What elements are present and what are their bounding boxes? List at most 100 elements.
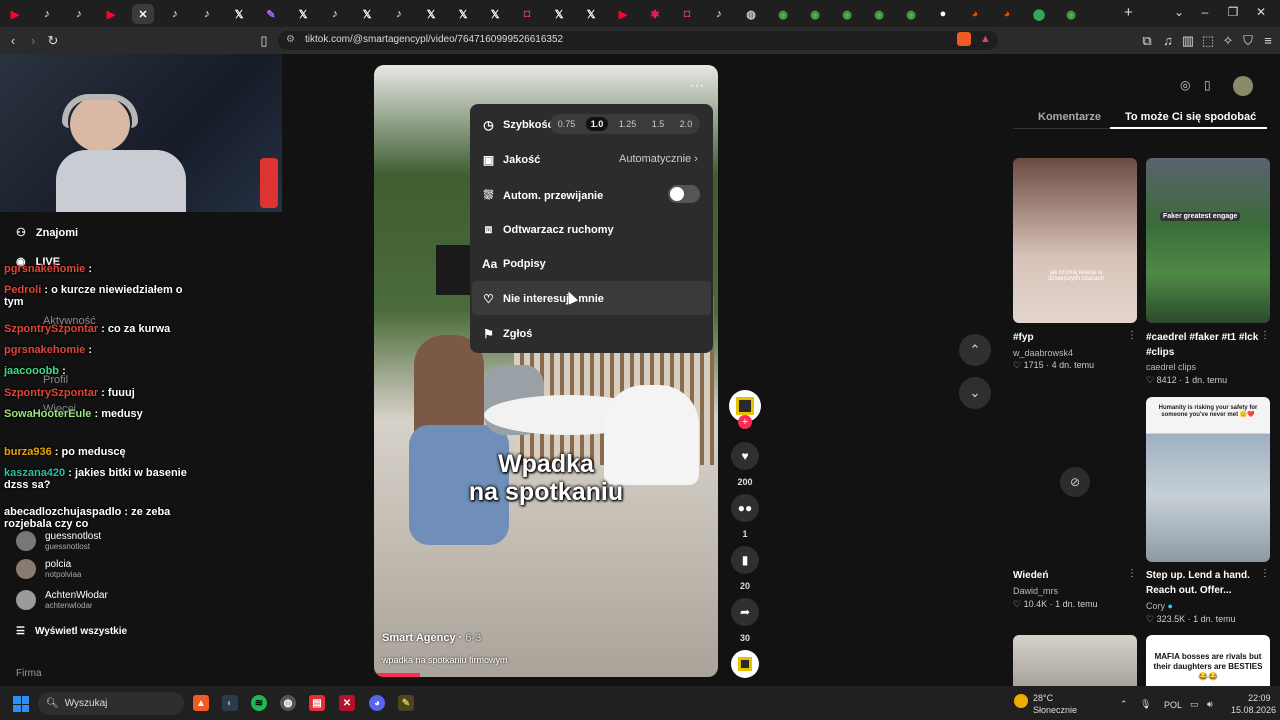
obs-icon[interactable]: ◍	[280, 695, 296, 711]
related-card-thumbnail[interactable]: MAFIA bosses are rivals but their daught…	[1146, 635, 1270, 686]
autoscroll-toggle[interactable]	[668, 185, 700, 203]
menu-not-interested[interactable]: ♡ Nie interesuje mnie	[482, 292, 604, 306]
speed-option[interactable]: 0.75	[553, 117, 581, 131]
browser-tab[interactable]: ▶	[100, 4, 122, 24]
quality-value[interactable]: Automatycznie ›	[619, 153, 698, 165]
browser-tab[interactable]: 𝕏	[580, 4, 602, 24]
chat-username[interactable]: SzpontrySzpontar	[4, 323, 98, 335]
speed-selector[interactable]: 0.75 1.0 1.25 1.5 2.0	[550, 114, 700, 134]
browser-tab[interactable]: 𝕏	[452, 4, 474, 24]
chat-username[interactable]: kaszana420	[4, 467, 65, 479]
browser-tab[interactable]: 𝕏	[292, 4, 314, 24]
chat-username[interactable]: SowaHooterEule	[4, 408, 91, 420]
tab-list-chevron-icon[interactable]: ⌄	[1170, 5, 1188, 19]
window-close-icon[interactable]: ✕	[1252, 5, 1270, 19]
browser-tab[interactable]: ♪	[196, 4, 218, 24]
browser-tab[interactable]: ◕	[996, 4, 1018, 24]
show-all-following[interactable]: ☰ Wyświetl wszystkie	[16, 626, 127, 637]
related-card-thumbnail[interactable]	[1013, 635, 1137, 686]
address-bar[interactable]: ⚙ tiktok.com/@smartagencypl/video/764716…	[278, 31, 998, 50]
browser-tab[interactable]: ◘	[676, 4, 698, 24]
speed-option[interactable]: 1.0	[585, 117, 609, 131]
sidebar-toggle-icon[interactable]: ▥	[1180, 33, 1196, 49]
browser-tab[interactable]: ●	[932, 4, 954, 24]
browser-tab[interactable]: ◉	[772, 4, 794, 24]
user-avatar[interactable]	[1233, 76, 1253, 96]
wallet-icon[interactable]: ⬚	[1200, 33, 1216, 49]
card-title[interactable]: #caedrel #faker #t1 #lck #clips	[1146, 330, 1264, 360]
chat-username[interactable]: pgrsnakehomie	[4, 344, 85, 356]
browser-tab[interactable]: ◘	[516, 4, 538, 24]
back-icon[interactable]: ‹	[5, 33, 21, 48]
brave-app-icon[interactable]: ▲	[193, 695, 209, 711]
vpn-icon[interactable]: ⛉	[1240, 33, 1256, 49]
video-author[interactable]: Smart Agency · 6-3	[382, 632, 481, 644]
browser-tab[interactable]: ◉	[900, 4, 922, 24]
app-icon[interactable]: ▤	[309, 695, 325, 711]
chat-username[interactable]: SzpontrySzpontar	[4, 387, 98, 399]
card-title[interactable]: Step up. Lend a hand. Reach out. Offer..…	[1146, 568, 1264, 598]
reload-icon[interactable]: ↻	[45, 33, 61, 49]
tab-comments[interactable]: Komentarze	[1038, 111, 1101, 123]
following-user[interactable]: AchtenWłodar achtenwlodar	[16, 590, 108, 610]
browser-tab[interactable]: ◉	[1060, 4, 1082, 24]
windows-start-icon[interactable]	[13, 696, 29, 712]
speed-option[interactable]: 1.5	[647, 117, 670, 131]
chat-username[interactable]: Pedroli	[4, 284, 41, 296]
browser-tab[interactable]: ◉	[804, 4, 826, 24]
menu-report[interactable]: ⚑ Zgłoś	[482, 327, 532, 341]
weather-sun-icon[interactable]	[1014, 694, 1028, 708]
site-info-icon[interactable]: ⚙	[286, 34, 295, 45]
weather-desc[interactable]: Słonecznie	[1033, 705, 1077, 715]
app-icon[interactable]: ◐	[222, 695, 238, 711]
card-more-icon[interactable]: ⋮	[1127, 330, 1137, 341]
related-card-thumbnail[interactable]: ⊘	[1013, 397, 1137, 562]
browser-tab[interactable]: ⬤	[1028, 4, 1050, 24]
following-user[interactable]: polcia notpolviaa	[16, 559, 81, 579]
tab-related[interactable]: To może Ci się spodobać	[1125, 111, 1256, 123]
related-card-thumbnail[interactable]: Faker greatest engage	[1146, 158, 1270, 323]
browser-tab[interactable]: ✕	[132, 4, 154, 24]
browser-tab[interactable]: ♪	[164, 4, 186, 24]
follow-plus-icon[interactable]: +	[738, 415, 752, 429]
save-button[interactable]: ▮	[731, 546, 759, 574]
sidebar-item-friends[interactable]: ⚇ Znajomi	[16, 226, 78, 240]
discord-icon[interactable]: ◕	[369, 695, 385, 711]
card-author[interactable]: Cory ●	[1146, 601, 1173, 611]
card-title[interactable]: Wiedeń	[1013, 568, 1131, 583]
app-icon[interactable]: ✎	[398, 695, 414, 711]
weather-temp[interactable]: 28°C	[1033, 693, 1053, 703]
chat-username[interactable]: burza936	[4, 446, 52, 458]
menu-floating-player[interactable]: ⧈ Odtwarzacz ruchomy	[482, 222, 614, 237]
brave-rewards-icon[interactable]: ▲	[980, 33, 991, 45]
bookmark-icon[interactable]: ▯	[256, 33, 272, 49]
url-text[interactable]: tiktok.com/@smartagencypl/video/76471609…	[305, 34, 563, 45]
card-more-icon[interactable]: ⋮	[1260, 568, 1270, 579]
network-icon[interactable]: ▭	[1190, 699, 1199, 710]
browser-tab[interactable]: 𝕏	[356, 4, 378, 24]
sound-disc[interactable]	[731, 650, 759, 678]
next-video-button[interactable]: ⌄	[959, 377, 991, 409]
speed-option[interactable]: 2.0	[675, 117, 698, 131]
related-card-thumbnail[interactable]: Humanity is risking your safety for some…	[1146, 397, 1270, 562]
spotify-icon[interactable]: ≋	[251, 695, 267, 711]
browser-tab[interactable]: ♪	[708, 4, 730, 24]
brave-shield-icon[interactable]	[957, 32, 971, 46]
speed-option[interactable]: 1.25	[614, 117, 642, 131]
browser-tab[interactable]: ◉	[836, 4, 858, 24]
media-icon[interactable]: ♫	[1160, 33, 1176, 48]
browser-tab[interactable]: 𝕏	[548, 4, 570, 24]
menu-icon[interactable]: ≡	[1260, 33, 1276, 48]
comment-button[interactable]: ●●	[731, 494, 759, 522]
chat-username[interactable]: jaacooobb	[4, 365, 59, 377]
browser-tab[interactable]: ✎	[260, 4, 282, 24]
microphone-icon[interactable]: 🎙︎	[1140, 699, 1151, 710]
more-options-icon[interactable]: ⋯	[690, 77, 704, 94]
language-indicator[interactable]: POL	[1164, 700, 1182, 710]
card-more-icon[interactable]: ⋮	[1127, 568, 1137, 579]
taskbar-search[interactable]: 🔍︎ Wyszukaj	[38, 692, 184, 715]
phone-icon[interactable]: ▯	[1204, 78, 1211, 92]
browser-tab[interactable]: ✱	[644, 4, 666, 24]
card-title[interactable]: #fyp	[1013, 330, 1131, 345]
minimize-icon[interactable]: –	[1196, 5, 1214, 19]
